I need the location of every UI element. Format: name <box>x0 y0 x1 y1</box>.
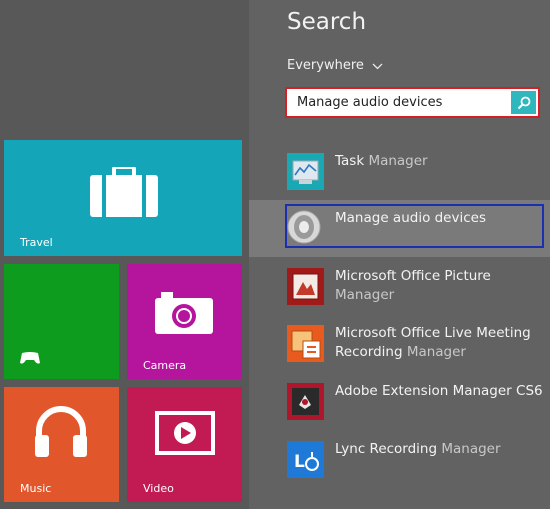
adobe-extension-manager-icon <box>287 383 324 420</box>
headphones-icon <box>35 406 87 457</box>
tile-label-video: Video <box>143 482 174 495</box>
tile-games[interactable] <box>4 264 119 379</box>
result-name-suffix: Manager <box>406 344 466 360</box>
camera-icon <box>155 292 213 334</box>
result-name-suffix: Manager <box>335 287 395 303</box>
live-meeting-icon <box>287 325 324 362</box>
game-controller-icon <box>20 352 40 364</box>
search-scope-dropdown[interactable]: Everywhere <box>287 58 383 73</box>
svg-text:L: L <box>294 452 305 472</box>
tile-label-music: Music <box>20 482 52 495</box>
result-name: Lync Recording <box>335 441 442 457</box>
lync-recording-icon: L <box>287 441 324 478</box>
tile-label-camera: Camera <box>143 359 187 372</box>
result-name-line2: Recording <box>335 344 407 360</box>
search-scope-label: Everywhere <box>287 58 364 73</box>
chevron-down-icon <box>372 63 383 70</box>
result-office-picture-manager[interactable]: Microsoft Office Picture Manager <box>249 258 550 315</box>
search-icon <box>517 96 530 109</box>
task-manager-icon <box>287 153 324 190</box>
office-picture-manager-icon <box>287 268 324 305</box>
selection-outline <box>285 204 544 248</box>
search-title: Search <box>287 9 367 35</box>
search-box <box>285 87 540 118</box>
result-adobe-extension-manager[interactable]: Adobe Extension Manager CS6 <box>249 373 550 430</box>
video-icon <box>155 411 215 455</box>
search-pane: Search Everywhere Task Manager <box>249 0 550 509</box>
search-input[interactable] <box>289 91 528 114</box>
result-name-suffix: Manager <box>441 441 501 457</box>
result-name-line1: Microsoft Office Live Meeting <box>335 325 531 341</box>
result-lync-recording-manager[interactable]: L Lync Recording Manager <box>249 431 550 488</box>
tile-video[interactable]: Video <box>127 387 242 502</box>
tile-camera[interactable]: Camera <box>127 264 242 379</box>
tile-travel[interactable]: Travel <box>4 140 242 256</box>
result-task-manager[interactable]: Task Manager <box>249 143 550 200</box>
start-screen: Travel Camera Music Video <box>0 0 249 509</box>
result-live-meeting-recording-manager[interactable]: Microsoft Office Live Meeting Recording … <box>249 315 550 375</box>
tile-music[interactable]: Music <box>4 387 119 502</box>
result-name: Adobe Extension <box>335 383 453 399</box>
tile-label-travel: Travel <box>20 236 53 249</box>
result-name-suffix: Manager <box>368 153 428 169</box>
search-button[interactable] <box>511 91 536 114</box>
result-manage-audio-devices[interactable]: Manage audio devices <box>249 200 550 257</box>
result-name: Task <box>335 153 369 169</box>
result-name-suffix: Manager CS6 <box>452 383 543 399</box>
result-name: Microsoft Office Picture <box>335 268 491 284</box>
suitcase-icon <box>90 167 158 217</box>
